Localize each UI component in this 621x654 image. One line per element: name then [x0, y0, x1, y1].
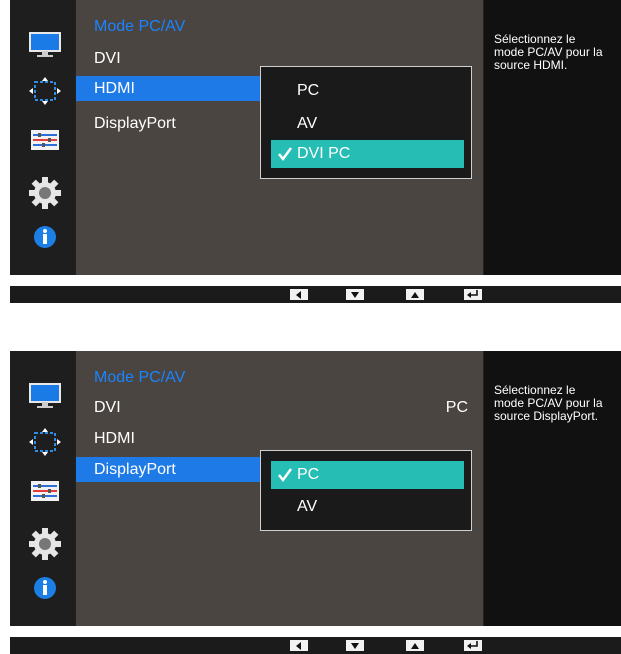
enter-icon[interactable]	[464, 289, 482, 300]
menu-item-dvi[interactable]: DVI PC	[76, 395, 468, 420]
menu-item-hdmi[interactable]: HDMI	[76, 426, 135, 451]
option-label: AV	[297, 498, 318, 515]
up-arrow-icon[interactable]	[406, 640, 424, 651]
menu-item-label: HDMI	[94, 430, 135, 447]
osd-frame: Mode PC/AV DVI PC HDMI DisplayPort PC AV…	[10, 351, 621, 626]
size-position-icon[interactable]	[28, 427, 62, 457]
menu-title: Mode PC/AV	[94, 369, 186, 386]
menu-item-label: DisplayPort	[94, 461, 176, 478]
menu-title: Mode PC/AV	[94, 18, 186, 35]
menu-item-hdmi[interactable]: HDMI	[76, 76, 260, 101]
info-icon[interactable]	[28, 222, 62, 252]
mode-submenu: PC AV DVI PC	[260, 66, 472, 179]
menu-item-label: DisplayPort	[94, 115, 176, 132]
size-position-icon[interactable]	[28, 76, 62, 106]
option-av[interactable]: AV	[271, 493, 464, 521]
option-label: PC	[297, 466, 320, 483]
monitor-icon[interactable]	[28, 381, 62, 411]
option-pc[interactable]: PC	[271, 461, 464, 489]
menu-panel: Mode PC/AV DVI HDMI DisplayPort PC AV DV…	[76, 0, 483, 275]
icon-sidebar	[10, 0, 75, 275]
enter-icon[interactable]	[464, 640, 482, 651]
option-label: DVI PC	[297, 145, 351, 162]
option-av[interactable]: AV	[271, 110, 464, 138]
help-line: source DisplayPort.	[494, 409, 599, 423]
option-pc[interactable]: PC	[271, 77, 464, 105]
help-text: Sélectionnez le mode PC/AV pour la sourc…	[494, 33, 621, 72]
down-arrow-icon[interactable]	[346, 289, 364, 300]
help-panel: Sélectionnez le mode PC/AV pour la sourc…	[484, 351, 621, 626]
option-label: AV	[297, 115, 318, 132]
nav-bar	[10, 637, 621, 654]
menu-panel: Mode PC/AV DVI PC HDMI DisplayPort PC AV	[76, 351, 483, 626]
help-line: source HDMI.	[494, 58, 568, 72]
left-arrow-icon[interactable]	[290, 289, 308, 300]
left-arrow-icon[interactable]	[290, 640, 308, 651]
setup-icon[interactable]	[28, 125, 62, 155]
menu-item-label: HDMI	[94, 80, 135, 97]
nav-bar	[10, 286, 621, 303]
option-dvi-pc[interactable]: DVI PC	[271, 140, 464, 168]
help-text: Sélectionnez le mode PC/AV pour la sourc…	[494, 384, 621, 423]
info-icon[interactable]	[28, 573, 62, 603]
monitor-icon[interactable]	[28, 30, 62, 60]
menu-item-label: DVI	[94, 50, 121, 67]
down-arrow-icon[interactable]	[346, 640, 364, 651]
menu-item-label: DVI	[94, 399, 121, 416]
help-panel: Sélectionnez le mode PC/AV pour la sourc…	[484, 0, 621, 275]
osd-frame: Mode PC/AV DVI HDMI DisplayPort PC AV DV…	[10, 0, 621, 275]
menu-item-displayport[interactable]: DisplayPort	[76, 457, 260, 482]
up-arrow-icon[interactable]	[406, 289, 424, 300]
gear-icon[interactable]	[28, 528, 62, 560]
setup-icon[interactable]	[28, 476, 62, 506]
menu-item-dvi[interactable]: DVI	[76, 46, 121, 71]
option-label: PC	[297, 82, 320, 99]
gear-icon[interactable]	[28, 177, 62, 209]
menu-item-displayport[interactable]: DisplayPort	[76, 111, 176, 136]
menu-item-value: PC	[445, 399, 468, 416]
checkmark-icon	[277, 140, 293, 178]
mode-submenu: PC AV	[260, 450, 472, 531]
icon-sidebar	[10, 351, 75, 626]
